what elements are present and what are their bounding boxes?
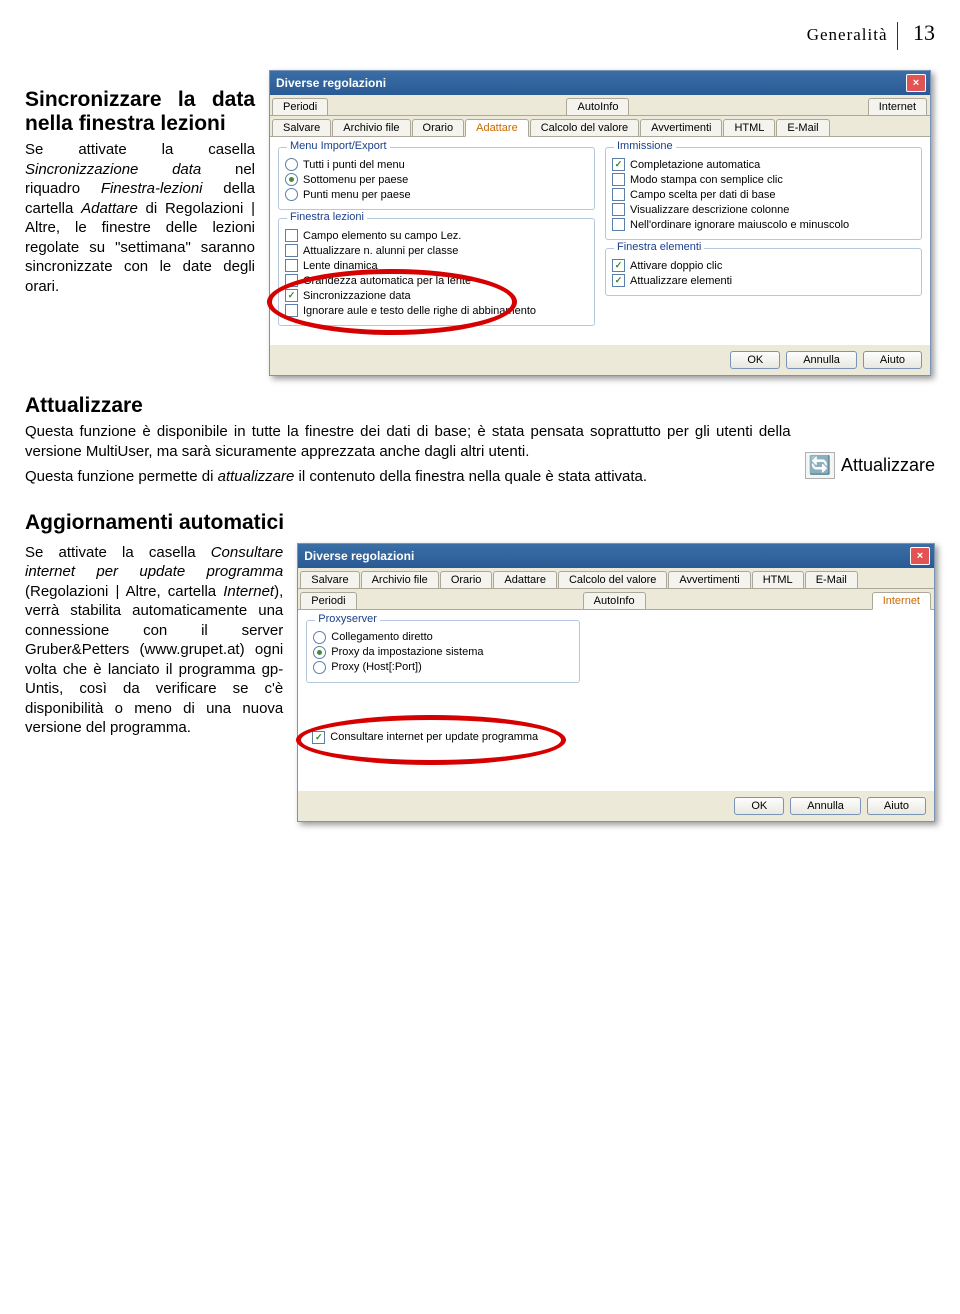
- tab-orario[interactable]: Orario: [440, 571, 493, 588]
- chk-visualizzare-desc[interactable]: [612, 203, 625, 216]
- dialog2-title: Diverse regolazioni: [304, 549, 414, 563]
- tab-salvare[interactable]: Salvare: [272, 119, 331, 136]
- s2-heading: Attualizzare: [25, 394, 935, 418]
- tab-html[interactable]: HTML: [723, 119, 775, 136]
- help-button[interactable]: Aiuto: [867, 797, 926, 815]
- chk-attivare-doppio-clic[interactable]: [612, 259, 625, 272]
- chk-completazione-auto[interactable]: [612, 158, 625, 171]
- tab-periodi[interactable]: Periodi: [272, 98, 328, 115]
- cancel-button[interactable]: Annulla: [786, 351, 857, 369]
- chk-campo-elemento[interactable]: [285, 229, 298, 242]
- close-icon[interactable]: ×: [906, 74, 926, 92]
- s1-heading: Sincronizzare la data nella finestra lez…: [25, 88, 255, 136]
- tab-internet[interactable]: Internet: [872, 592, 931, 610]
- tab-calcolo[interactable]: Calcolo del valore: [558, 571, 667, 588]
- tab-autoinfo[interactable]: AutoInfo: [583, 592, 646, 609]
- chk-campo-scelta[interactable]: [612, 188, 625, 201]
- attualizzare-label: Attualizzare: [841, 455, 935, 476]
- tab-salvare[interactable]: Salvare: [300, 571, 359, 588]
- tab-email[interactable]: E-Mail: [776, 119, 829, 136]
- tab-adattare[interactable]: Adattare: [493, 571, 557, 588]
- radio-punti-menu-paese[interactable]: [285, 188, 298, 201]
- refresh-icon[interactable]: 🔄: [805, 452, 835, 479]
- group-proxyserver: Proxyserver Collegamento diretto Proxy d…: [306, 620, 580, 683]
- radio-proxy-sistema[interactable]: [313, 646, 326, 659]
- radio-sottomenu-paese[interactable]: [285, 173, 298, 186]
- tab-autoinfo[interactable]: AutoInfo: [566, 98, 629, 115]
- tab-internet[interactable]: Internet: [868, 98, 927, 115]
- group-finestra-lezioni: Finestra lezioni Campo elemento su campo…: [278, 218, 595, 326]
- cancel-button[interactable]: Annulla: [790, 797, 861, 815]
- group-finestra-elementi: Finestra elementi Attivare doppio clic A…: [605, 248, 922, 296]
- ok-button[interactable]: OK: [730, 351, 780, 369]
- chk-attualizzare-alunni[interactable]: [285, 244, 298, 257]
- s1-para: Se attivate la casella Sincronizzazione …: [25, 140, 255, 296]
- tab-avvertimenti[interactable]: Avvertimenti: [640, 119, 722, 136]
- chk-grandezza-auto[interactable]: [285, 274, 298, 287]
- chk-attualizzare-elementi[interactable]: [612, 274, 625, 287]
- s3-heading: Aggiornamenti automatici: [25, 511, 935, 535]
- tab-html[interactable]: HTML: [752, 571, 804, 588]
- ok-button[interactable]: OK: [734, 797, 784, 815]
- help-button[interactable]: Aiuto: [863, 351, 922, 369]
- tab-orario[interactable]: Orario: [412, 119, 465, 136]
- group-menu-import-export: Menu Import/Export Tutti i punti del men…: [278, 147, 595, 210]
- chk-modo-stampa[interactable]: [612, 173, 625, 186]
- radio-collegamento-diretto[interactable]: [313, 631, 326, 644]
- tab-archivio[interactable]: Archivio file: [332, 119, 410, 136]
- page-number: 13: [913, 20, 935, 45]
- radio-tutti-punti[interactable]: [285, 158, 298, 171]
- tab-avvertimenti[interactable]: Avvertimenti: [668, 571, 750, 588]
- chk-consultare-internet[interactable]: [312, 731, 325, 744]
- radio-proxy-host[interactable]: [313, 661, 326, 674]
- chk-sincronizzazione-data[interactable]: [285, 289, 298, 302]
- tab-calcolo[interactable]: Calcolo del valore: [530, 119, 639, 136]
- tab-adattare[interactable]: Adattare: [465, 119, 529, 137]
- chk-lente-dinamica[interactable]: [285, 259, 298, 272]
- tab-periodi[interactable]: Periodi: [300, 592, 356, 609]
- s2-para1: Questa funzione è disponibile in tutte l…: [25, 422, 791, 461]
- close-icon[interactable]: ×: [910, 547, 930, 565]
- page-header: Generalità 13: [25, 20, 935, 50]
- chk-ignorare-maiuscolo[interactable]: [612, 218, 625, 231]
- tab-email[interactable]: E-Mail: [805, 571, 858, 588]
- dialog-regolazioni-adattare: Diverse regolazioni × Periodi AutoInfo I…: [269, 70, 931, 376]
- group-immissione: Immissione Completazione automatica Modo…: [605, 147, 922, 240]
- dialog1-title: Diverse regolazioni: [276, 76, 386, 90]
- s3-para: Se attivate la casella Consultare intern…: [25, 543, 283, 738]
- dialog-regolazioni-internet: Diverse regolazioni × Salvare Archivio f…: [297, 543, 935, 822]
- tab-archivio[interactable]: Archivio file: [361, 571, 439, 588]
- s2-para2: Questa funzione permette di attualizzare…: [25, 467, 791, 487]
- header-title: Generalità: [807, 25, 888, 44]
- chk-ignorare-aule[interactable]: [285, 304, 298, 317]
